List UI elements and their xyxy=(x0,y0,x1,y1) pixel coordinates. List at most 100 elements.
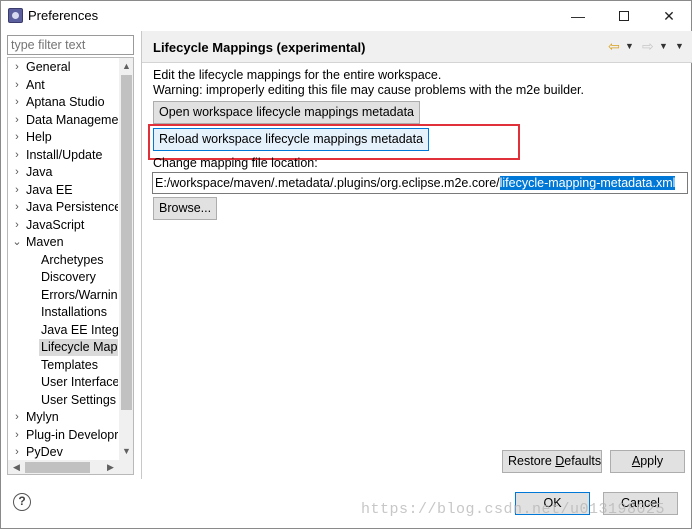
tree-item-label: User Settings xyxy=(41,392,117,407)
tree-vertical-scrollbar[interactable]: ▲ ▼ xyxy=(119,58,133,460)
path-prefix: E:/workspace/maven/.metadata/.plugins/or… xyxy=(155,176,500,190)
tree-item[interactable]: Java EE Integra xyxy=(8,322,118,339)
restore-defaults-button[interactable]: Restore Defaults xyxy=(502,450,602,473)
expand-arrow-icon[interactable]: › xyxy=(12,427,22,444)
scroll-down-icon[interactable]: ▼ xyxy=(119,443,133,460)
tree-item[interactable]: › General xyxy=(8,59,118,76)
title-bar: Preferences — ✕ xyxy=(1,1,691,31)
minimize-button[interactable]: — xyxy=(555,1,601,31)
tree-item[interactable]: Archetypes xyxy=(8,252,118,269)
browse-button[interactable]: Browse... xyxy=(153,197,218,220)
tree-item-label: Aptana Studio xyxy=(26,95,105,109)
preferences-window: Preferences — ✕ › General › Ant › Aptana Stud… xyxy=(0,0,692,529)
expand-arrow-icon[interactable]: › xyxy=(12,77,22,94)
tree-item-label: Java EE Integra xyxy=(41,322,118,337)
tree-item[interactable]: › Mylyn xyxy=(8,409,118,426)
expand-arrow-icon[interactable]: › xyxy=(12,199,22,216)
tree-item-label: Errors/Warnin xyxy=(41,287,118,302)
help-icon[interactable]: ? xyxy=(13,493,31,511)
expand-arrow-icon[interactable]: › xyxy=(12,217,22,234)
maximize-button[interactable] xyxy=(601,1,647,31)
tree-item-label: Archetypes xyxy=(41,252,104,267)
reload-mappings-button[interactable]: Reload workspace lifecycle mappings meta… xyxy=(153,128,430,151)
expand-arrow-icon[interactable]: › xyxy=(12,164,22,181)
tree-item[interactable]: Installations xyxy=(8,304,118,321)
tree-item[interactable]: Errors/Warnin xyxy=(8,287,118,304)
scroll-up-icon[interactable]: ▲ xyxy=(119,58,133,75)
tree-item-label: Discovery xyxy=(41,270,96,284)
view-menu-icon[interactable]: ▼ xyxy=(675,41,684,51)
forward-dropdown-icon[interactable]: ▼ xyxy=(659,41,668,51)
tree-items: › General › Ant › Aptana Studio › Data Manageme… xyxy=(8,58,118,460)
back-dropdown-icon[interactable]: ▼ xyxy=(625,41,634,51)
tree-item[interactable]: › Java EE xyxy=(8,182,118,199)
description-line-1: Edit the lifecycle mappings for the enti… xyxy=(153,68,442,82)
tree-item[interactable]: User Settings xyxy=(8,392,118,409)
tree-item[interactable]: Discovery xyxy=(8,269,118,286)
tree-item[interactable]: Lifecycle Mapp xyxy=(8,339,118,356)
hscroll-thumb[interactable] xyxy=(25,462,90,473)
scroll-left-icon[interactable]: ◀ xyxy=(8,460,25,474)
tree-item[interactable]: › JavaScript xyxy=(8,217,118,234)
tree-item-label: Lifecycle Mapp xyxy=(39,339,118,356)
expand-arrow-icon[interactable]: › xyxy=(12,59,22,76)
tree-item-label: Java EE xyxy=(26,182,73,197)
page-header: Lifecycle Mappings (experimental) ⇦ ▼ ⇨ … xyxy=(142,31,692,63)
mapping-file-path-field[interactable]: E:/workspace/maven/.metadata/.plugins/or… xyxy=(152,172,688,194)
tree-item[interactable]: › Help xyxy=(8,129,118,146)
scroll-right-icon[interactable]: ▶ xyxy=(102,460,119,474)
expand-arrow-icon[interactable]: › xyxy=(12,182,22,199)
expand-arrow-icon[interactable]: › xyxy=(12,444,22,460)
tree-item-label: Plug-in Developr xyxy=(26,427,118,442)
scroll-corner xyxy=(119,460,133,474)
tree-item[interactable]: › Ant xyxy=(8,77,118,94)
apply-button[interactable]: Apply xyxy=(610,450,685,473)
expand-arrow-icon[interactable]: › xyxy=(12,147,22,164)
scroll-thumb[interactable] xyxy=(121,75,132,410)
page-title: Lifecycle Mappings (experimental) xyxy=(153,40,366,55)
collapse-arrow-icon[interactable]: ⌄ xyxy=(12,234,22,251)
path-selected-text: lifecycle-mapping-metadata.xml xyxy=(499,176,676,190)
tree-item-label: Java xyxy=(26,165,53,179)
tree-item[interactable]: › Install/Update xyxy=(8,147,118,164)
tree-item-label: Data Managemer xyxy=(26,112,118,127)
tree-item[interactable]: Templates xyxy=(8,357,118,374)
tree-item-label: Java Persistence xyxy=(26,200,118,214)
tree-item-label: Mylyn xyxy=(26,410,59,424)
tree-item[interactable]: ⌄ Maven xyxy=(8,234,118,251)
expand-arrow-icon[interactable]: › xyxy=(12,112,22,129)
tree-item[interactable]: › Java Persistence xyxy=(8,199,118,216)
eclipse-app-icon xyxy=(8,8,23,23)
filter-input[interactable] xyxy=(7,35,134,55)
close-button[interactable]: ✕ xyxy=(646,1,692,31)
description-line-2: Warning: improperly editing this file ma… xyxy=(153,83,584,97)
tree-item[interactable]: › PyDev xyxy=(8,444,118,460)
tree-item-label: User Interface xyxy=(41,375,118,389)
tree-item[interactable]: › Data Managemer xyxy=(8,112,118,129)
tree-item-label: JavaScript xyxy=(26,217,85,232)
open-mappings-button[interactable]: Open workspace lifecycle mappings metada… xyxy=(153,101,420,124)
tree-item[interactable]: › Plug-in Developr xyxy=(8,427,118,444)
tree-item-label: Installations xyxy=(41,305,108,319)
tree-item-label: Maven xyxy=(26,235,64,249)
tree-item-label: PyDev xyxy=(26,445,63,459)
tree-item-label: General xyxy=(26,60,71,74)
preferences-tree: › General › Ant › Aptana Studio › Data Manageme… xyxy=(7,57,134,475)
tree-item[interactable]: User Interface xyxy=(8,374,118,391)
change-location-label: Change mapping file location: xyxy=(153,156,318,170)
back-arrow-icon[interactable]: ⇦ xyxy=(608,38,620,55)
tree-item[interactable]: › Aptana Studio xyxy=(8,94,118,111)
tree-item-label: Ant xyxy=(26,77,45,92)
tree-item-label: Help xyxy=(26,130,52,144)
expand-arrow-icon[interactable]: › xyxy=(12,409,22,426)
window-title: Preferences xyxy=(28,8,99,23)
tree-item-label: Templates xyxy=(41,357,98,372)
forward-arrow-icon[interactable]: ⇨ xyxy=(642,38,654,55)
expand-arrow-icon[interactable]: › xyxy=(12,94,22,111)
tree-horizontal-scrollbar[interactable]: ◀ ▶ xyxy=(8,460,133,474)
preference-page: Lifecycle Mappings (experimental) ⇦ ▼ ⇨ … xyxy=(141,31,692,479)
expand-arrow-icon[interactable]: › xyxy=(12,129,22,146)
tree-item[interactable]: › Java xyxy=(8,164,118,181)
tree-item-label: Install/Update xyxy=(26,147,103,162)
watermark: https://blog.csdn.net/u013198025 xyxy=(361,501,666,518)
